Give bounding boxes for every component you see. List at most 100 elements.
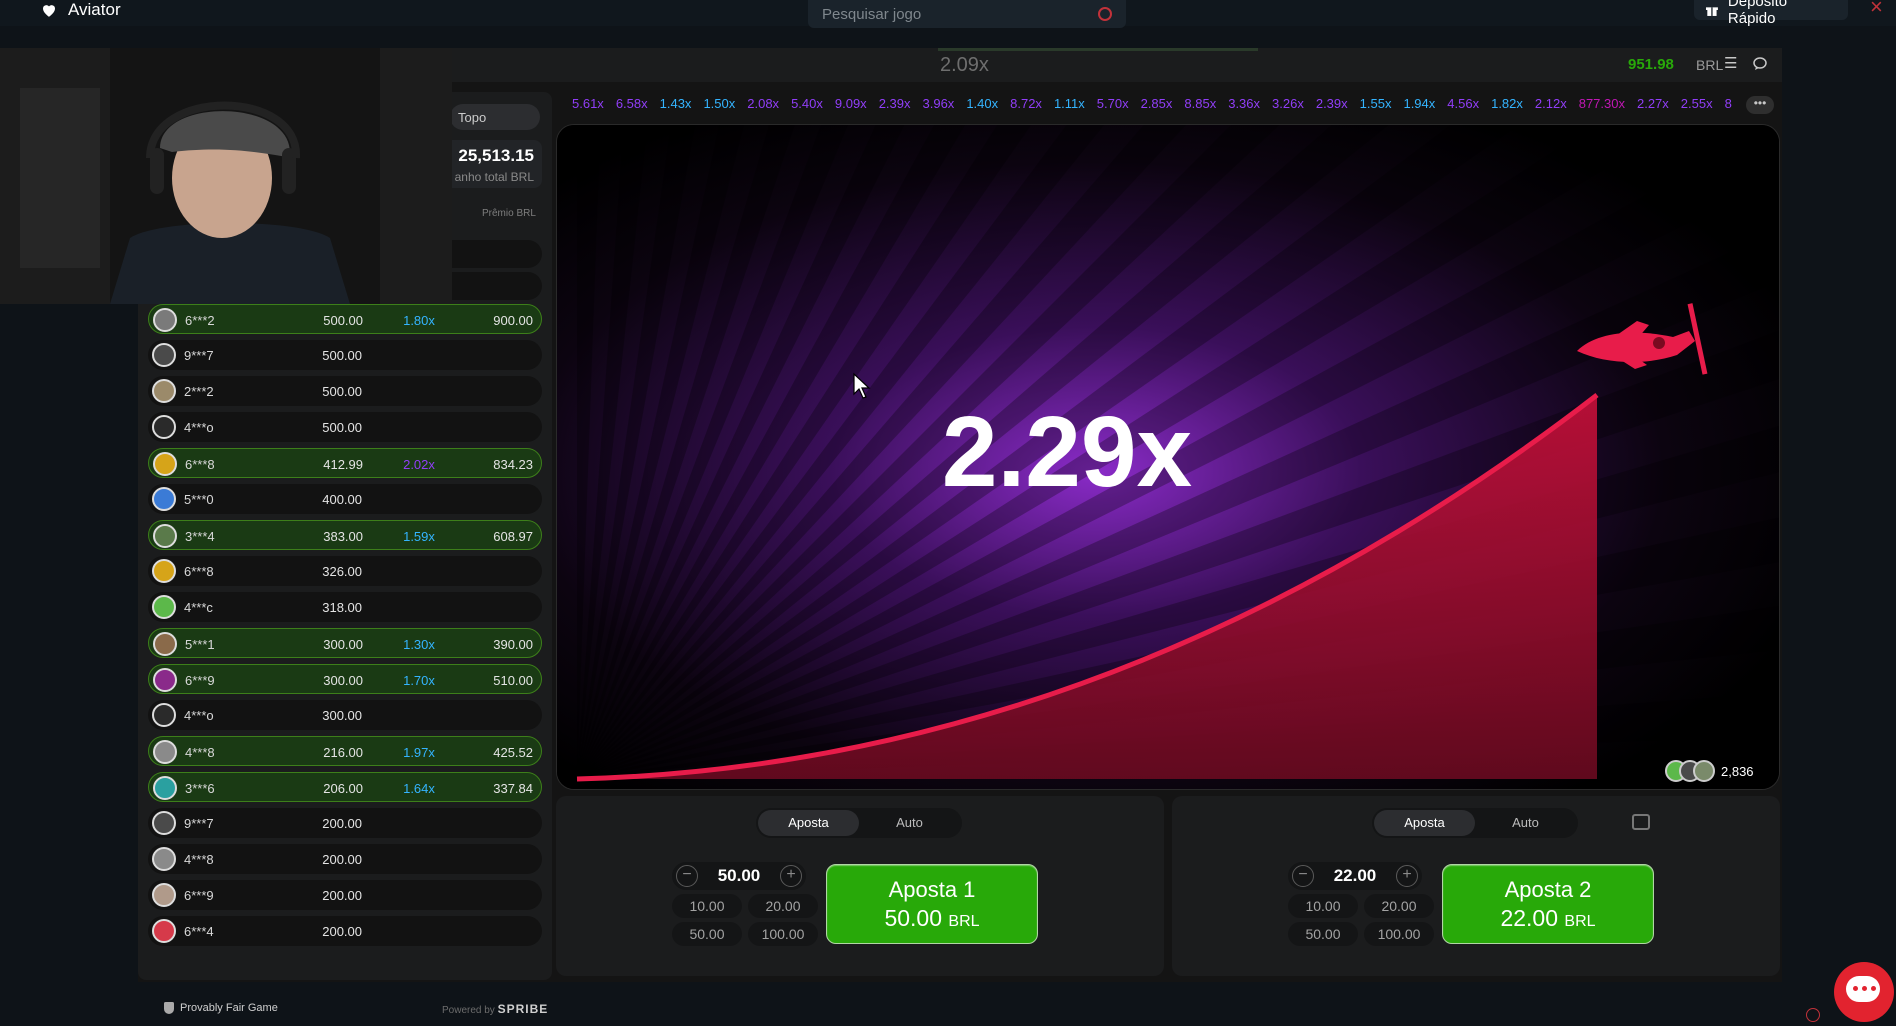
quick-amount-button[interactable]: 100.00 [1364, 922, 1434, 946]
history-multiplier[interactable]: 4.56x [1441, 96, 1485, 114]
total-winnings-label: anho total BRL [454, 170, 534, 184]
history-multiplier[interactable]: 3.36x [1222, 96, 1266, 114]
column-header-prize: Prêmio BRL [482, 208, 536, 219]
history-multiplier[interactable]: 6.58x [610, 96, 654, 114]
bet-amount: 200.00 [322, 816, 362, 831]
history-multiplier[interactable]: 8.85x [1178, 96, 1222, 114]
table-row: 4***8 216.00 1.97x 425.52 [148, 736, 542, 766]
bet-panel-1: Aposta Auto − 50.00 + 10.00 20.00 50.00 … [556, 796, 1164, 976]
cashout-multiplier: 1.97x [403, 745, 435, 760]
table-row: 6***9 200.00 [148, 880, 542, 910]
quick-amount-button[interactable]: 10.00 [1288, 894, 1358, 918]
quick-deposit-button[interactable]: Depósito Rápido [1694, 0, 1848, 27]
cashout-multiplier: 1.30x [403, 637, 435, 652]
spribe-logo: SPRIBE [497, 1002, 549, 1016]
quick-amount-button[interactable]: 50.00 [1288, 922, 1358, 946]
player-name: 5***1 [185, 637, 215, 652]
player-name: 3***4 [185, 529, 215, 544]
decrease-button[interactable]: − [676, 865, 698, 887]
increase-button[interactable]: + [779, 865, 802, 887]
brand[interactable]: Aviator [40, 0, 121, 20]
chat-icon[interactable] [1752, 56, 1768, 72]
place-bet-button[interactable]: Aposta 1 50.00 BRL [826, 864, 1038, 944]
history-multiplier[interactable]: 1.11x [1048, 96, 1091, 114]
close-icon[interactable]: × [1870, 0, 1890, 18]
decrease-button[interactable]: − [1292, 865, 1314, 887]
tab-top[interactable]: Topo [450, 104, 540, 130]
bet-amount[interactable]: 22.00 [1334, 866, 1377, 886]
history-multiplier[interactable]: 2.55x [1675, 96, 1719, 114]
history-multiplier[interactable]: 877.30x [1573, 96, 1631, 114]
quick-amount-button[interactable]: 100.00 [748, 922, 818, 946]
mouse-cursor-icon [853, 372, 871, 399]
bet-amount: 300.00 [323, 673, 363, 688]
history-multiplier[interactable]: 5.61x [566, 96, 610, 114]
quick-amount-button[interactable]: 20.00 [1364, 894, 1434, 918]
webcam-overlay [0, 48, 452, 304]
history-multiplier[interactable]: 1.55x [1354, 96, 1398, 114]
table-row: 6***2 500.00 1.80x 900.00 [148, 304, 542, 334]
provably-fair-link[interactable]: Provably Fair Game [164, 1002, 278, 1014]
search-input[interactable] [822, 5, 1082, 23]
table-row: 4***o 300.00 [148, 700, 542, 730]
history-multiplier[interactable]: 2.39x [1310, 96, 1354, 114]
history-more-button[interactable]: ••• [1746, 96, 1774, 114]
history-multiplier[interactable]: 8.72x [1004, 96, 1048, 114]
history-multiplier[interactable]: 1.94x [1397, 96, 1441, 114]
tab-auto[interactable]: Auto [859, 810, 960, 836]
history-multiplier[interactable]: 2.08x [741, 96, 785, 114]
quick-amount-button[interactable]: 10.00 [672, 894, 742, 918]
avatar [152, 379, 176, 403]
quick-amount-button[interactable]: 50.00 [672, 922, 742, 946]
table-row: 2***2 500.00 [148, 376, 542, 406]
tab-bet[interactable]: Aposta [758, 810, 859, 836]
avatar [153, 740, 177, 764]
search-icon[interactable] [1098, 7, 1112, 21]
cashout-multiplier: 2.02x [403, 457, 435, 472]
history-multiplier[interactable]: 1.40x [960, 96, 1004, 114]
history-multiplier[interactable]: 5.70x [1091, 96, 1135, 114]
place-bet-button[interactable]: Aposta 2 22.00 BRL [1442, 864, 1654, 944]
history-multiplier[interactable]: 2.12x [1529, 96, 1573, 114]
heart-icon [43, 5, 55, 17]
history-multiplier[interactable]: 3.96x [917, 96, 961, 114]
history-multiplier[interactable]: 1.43x [654, 96, 698, 114]
total-winnings-value: 25,513.15 [458, 146, 534, 165]
player-name: 6***8 [184, 564, 214, 579]
bet-button-amount-line: 22.00 BRL [1443, 905, 1653, 932]
history-multiplier[interactable]: 3.26x [1266, 96, 1310, 114]
remove-panel-icon[interactable] [1632, 814, 1650, 830]
history-multiplier[interactable]: 1.82x [1485, 96, 1529, 114]
player-avatars [1665, 760, 1715, 782]
bet-amount: 500.00 [323, 313, 363, 328]
tab-auto[interactable]: Auto [1475, 810, 1576, 836]
avatar [152, 559, 176, 583]
increase-button[interactable]: + [1395, 865, 1418, 887]
history-multiplier[interactable]: 8 [1719, 96, 1738, 114]
table-row: 6***4 200.00 [148, 916, 542, 946]
avatar [153, 308, 177, 332]
history-multiplier[interactable]: 2.39x [873, 96, 917, 114]
game-stage: 2.29x 2,836 [556, 124, 1780, 790]
bet-amount: 200.00 [322, 852, 362, 867]
menu-icon[interactable]: ☰ [1724, 56, 1740, 72]
table-row: 4***c 318.00 [148, 592, 542, 622]
history-multiplier[interactable]: 2.27x [1631, 96, 1675, 114]
support-chat-button[interactable] [1834, 962, 1894, 1022]
history-multiplier[interactable]: 5.40x [785, 96, 829, 114]
gift-icon [1705, 7, 1718, 16]
bet-amount: 206.00 [323, 781, 363, 796]
info-icon[interactable] [1806, 1008, 1820, 1022]
win-amount: 510.00 [493, 673, 533, 688]
history-multiplier[interactable]: 9.09x [829, 96, 873, 114]
online-players: 2,836 [1665, 759, 1754, 783]
history-multiplier[interactable]: 2.85x [1135, 96, 1179, 114]
bet-button-currency: BRL [1564, 913, 1596, 930]
player-name: 4***o [184, 420, 214, 435]
search-box[interactable] [808, 0, 1126, 28]
tab-bet[interactable]: Aposta [1374, 810, 1475, 836]
bet-amount[interactable]: 50.00 [718, 866, 761, 886]
quick-amount-button[interactable]: 20.00 [748, 894, 818, 918]
history-multiplier[interactable]: 1.50x [697, 96, 741, 114]
shield-icon [164, 1002, 174, 1014]
